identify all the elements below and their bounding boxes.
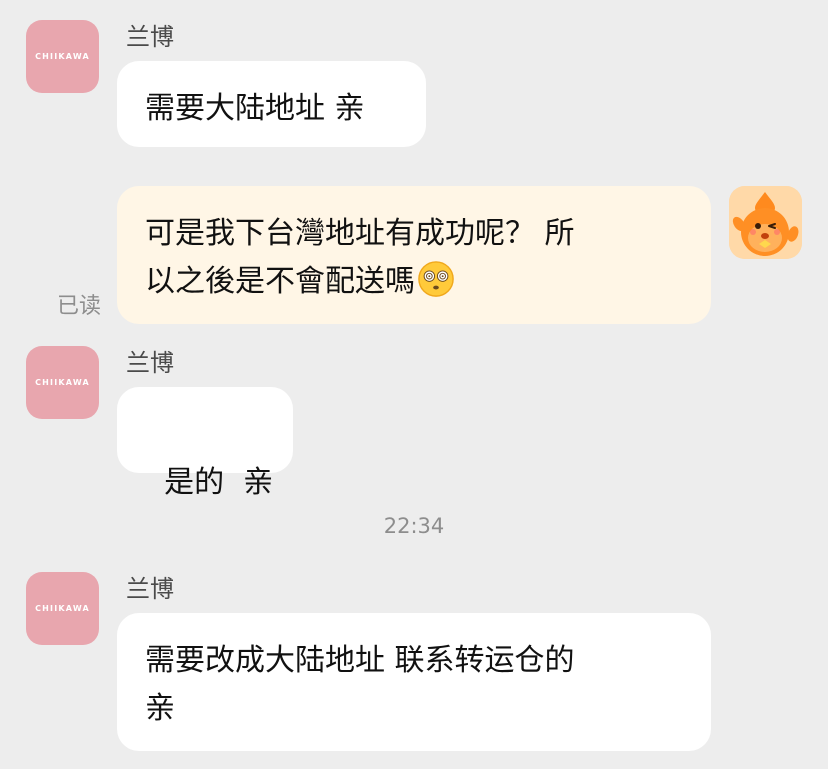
message-bubble-outgoing[interactable]: 可是我下台灣地址有成功呢？ 所 以之後是不會配送嗎 [117, 186, 711, 324]
sender-name: 兰博 [126, 23, 174, 51]
orange-mascot-icon [729, 186, 802, 259]
message-text-line-2: 亲 [145, 691, 175, 726]
avatar-brand-text: CHIIKAWA [35, 52, 90, 61]
message-text-line-2-text: 以之後是不會配送嗎 [145, 264, 415, 299]
sender-avatar[interactable]: CHIIKAWA [26, 346, 99, 419]
avatar-brand-text: CHIIKAWA [35, 378, 90, 387]
sender-name: 兰博 [126, 349, 174, 377]
dizzy-face-emoji-icon [418, 261, 454, 297]
my-avatar[interactable] [729, 186, 802, 259]
message-bubble-incoming[interactable]: 是的 亲 [117, 387, 293, 500]
sender-avatar[interactable]: CHIIKAWA [26, 20, 99, 93]
sender-avatar[interactable]: CHIIKAWA [26, 572, 99, 645]
time-separator: 22:34 [383, 514, 445, 538]
read-receipt: 已读 [57, 294, 102, 319]
message-text: 是的 亲 [164, 465, 274, 500]
message-bubble-incoming[interactable]: 需要大陆地址 亲 [117, 61, 426, 147]
message-text-line-1: 可是我下台灣地址有成功呢？ 所 [145, 216, 575, 251]
avatar-brand-text: CHIIKAWA [35, 604, 90, 613]
message-text-line-2: 以之後是不會配送嗎 [145, 258, 683, 306]
message-text: 需要大陆地址 亲 [145, 91, 365, 126]
sender-name: 兰博 [126, 575, 174, 603]
message-bubble-incoming[interactable]: 需要改成大陆地址 联系转运仓的 亲 [117, 613, 711, 751]
message-text-line-1: 需要改成大陆地址 联系转运仓的 [145, 643, 575, 678]
